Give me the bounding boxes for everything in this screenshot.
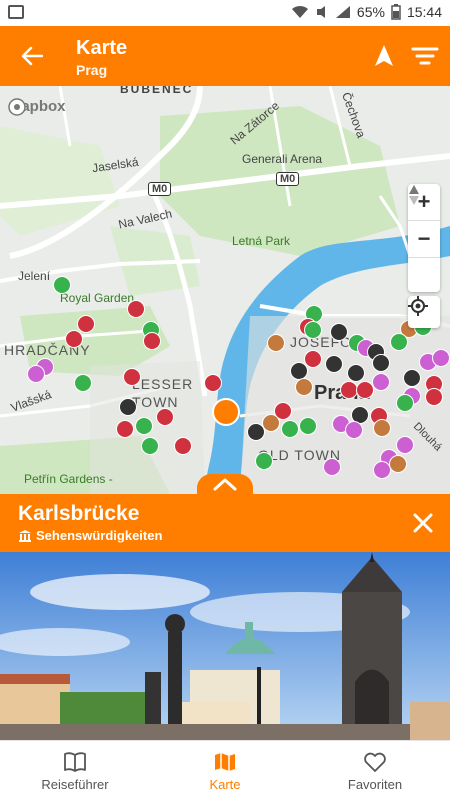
crosshair-icon (408, 296, 428, 316)
map-label-generali-arena: Generali Arena (242, 152, 323, 166)
back-button[interactable] (16, 40, 48, 72)
battery-icon (391, 4, 401, 20)
poi-marker-green[interactable] (390, 333, 408, 351)
poi-marker-green[interactable] (74, 374, 92, 392)
map-label-letna-park: Letná Park (232, 234, 291, 248)
status-right: 65% 15:44 (291, 4, 442, 20)
poi-marker-dark[interactable] (330, 323, 348, 341)
mapbox-icon (8, 98, 26, 116)
page-subtitle: Prag (76, 62, 108, 78)
poi-marker-sight[interactable] (116, 420, 134, 438)
landmark-icon (19, 529, 31, 542)
compass-button[interactable] (408, 185, 440, 294)
poi-marker-sight[interactable] (204, 374, 222, 392)
poi-marker-sight[interactable] (304, 350, 322, 368)
poi-marker-brown[interactable] (389, 455, 407, 473)
zoom-out-button[interactable]: − (408, 221, 440, 258)
poi-marker-sight[interactable] (174, 437, 192, 455)
tab-label-karte: Karte (209, 776, 241, 792)
poi-marker-dark[interactable] (372, 354, 390, 372)
poi-marker-dark[interactable] (347, 364, 365, 382)
poi-marker-purple[interactable] (323, 458, 341, 476)
poi-category-label: Sehenswürdigkeiten (36, 528, 163, 543)
poi-title: Karlsbrücke (18, 502, 140, 525)
heart-icon (364, 752, 386, 772)
poi-marker-sight[interactable] (77, 315, 95, 333)
poi-marker-selected[interactable] (212, 398, 240, 426)
tab-label-reisefuhrer: Reiseführer (41, 776, 109, 792)
book-icon (64, 751, 86, 772)
map-label-m0-b: M0 (276, 172, 300, 186)
page-title: Karte (76, 37, 128, 59)
wifi-icon (291, 5, 308, 18)
poi-marker-sight[interactable] (123, 368, 141, 386)
poi-marker-dark[interactable] (403, 369, 421, 387)
poi-marker-purple[interactable] (27, 365, 45, 383)
battery-percent: 65% (356, 4, 385, 20)
poi-marker-green[interactable] (396, 394, 414, 412)
poi-marker-purple[interactable] (345, 421, 363, 439)
poi-marker-sight[interactable] (425, 388, 443, 406)
poi-marker-brown[interactable] (373, 419, 391, 437)
map-label-lesser-town: LESSER TOWN (132, 376, 194, 410)
panel-expand-handle[interactable] (197, 474, 253, 494)
poi-marker-sight[interactable] (156, 408, 174, 426)
clock: 15:44 (406, 4, 442, 20)
map-label-m0-a: M0 (148, 182, 172, 196)
poi-marker-green[interactable] (53, 276, 71, 294)
bottom-navigation: Reiseführer Karte Favoriten (0, 740, 450, 801)
poi-marker-green[interactable] (135, 417, 153, 435)
mapbox-logo[interactable]: mapbox (8, 98, 66, 116)
poi-marker-green[interactable] (255, 452, 273, 470)
map-label-royal-garden: Royal Garden (60, 291, 135, 305)
map-icon (215, 752, 235, 771)
tab-favoriten[interactable]: Favoriten (300, 741, 450, 801)
compass-icon (409, 185, 419, 205)
signal-icon (335, 6, 350, 18)
tab-karte[interactable]: Karte (150, 741, 300, 801)
map-label-bubenec: BUBENEČ (120, 86, 194, 96)
charles-bridge-photo (0, 552, 450, 740)
poi-marker-brown[interactable] (262, 414, 280, 432)
poi-marker-purple[interactable] (372, 373, 390, 391)
tab-label-favoriten: Favoriten (347, 776, 403, 792)
poi-marker-brown[interactable] (295, 378, 313, 396)
status-bar: 65% 15:44 (0, 0, 450, 26)
map-label-jeleni: Jelení (18, 269, 51, 283)
map-view[interactable]: mapbox BUBENEČ Na Zátorce Čechova Jasels… (0, 86, 450, 494)
poi-photo[interactable] (0, 552, 450, 740)
gallery-icon (8, 5, 24, 19)
close-icon[interactable] (410, 510, 436, 536)
poi-marker-green[interactable] (141, 437, 159, 455)
zoom-control: + − (408, 184, 440, 292)
poi-marker-green[interactable] (299, 417, 317, 435)
poi-marker-brown[interactable] (267, 334, 285, 352)
poi-marker-purple[interactable] (396, 436, 414, 454)
filter-icon[interactable] (410, 42, 440, 70)
poi-marker-green[interactable] (304, 321, 322, 339)
locate-button[interactable] (408, 296, 440, 328)
poi-marker-sight[interactable] (127, 300, 145, 318)
poi-marker-sight[interactable] (143, 332, 161, 350)
poi-marker-purple[interactable] (432, 349, 450, 367)
poi-marker-dark[interactable] (119, 398, 137, 416)
poi-marker-green[interactable] (281, 420, 299, 438)
arrow-left-icon (21, 46, 43, 66)
poi-panel[interactable]: Karlsbrücke Sehenswürdigkeiten (0, 494, 450, 552)
chevron-up-icon (213, 478, 237, 491)
map-label-petrin-gardens: Petřín Gardens - (24, 472, 113, 486)
navigation-arrow-icon[interactable] (370, 42, 398, 70)
poi-marker-dark[interactable] (325, 355, 343, 373)
mute-icon (316, 6, 325, 18)
app-bar: Karte Prag (0, 26, 450, 86)
poi-category: Sehenswürdigkeiten (18, 528, 162, 543)
tab-reisefuhrer[interactable]: Reiseführer (0, 741, 150, 801)
poi-marker-sight[interactable] (65, 330, 83, 348)
